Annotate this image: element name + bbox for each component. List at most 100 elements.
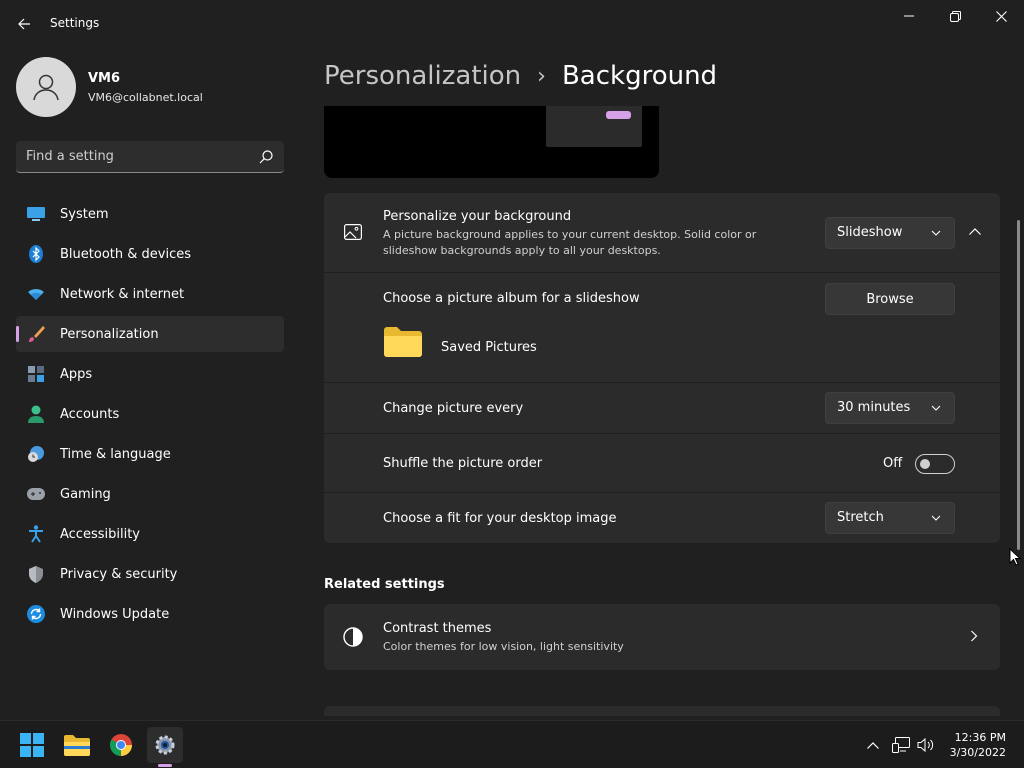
volume-tray-button[interactable] <box>916 735 936 755</box>
sidebar-item-label: Personalization <box>60 326 159 342</box>
sidebar-item-label: Network & internet <box>60 286 185 302</box>
fit-title: Choose a fit for your desktop image <box>383 511 617 526</box>
sidebar-item-network[interactable]: Network & internet <box>16 276 284 312</box>
sidebar-item-gaming[interactable]: Gaming <box>16 476 284 512</box>
sidebar-item-label: System <box>60 206 109 222</box>
personalize-title: Personalize your background <box>383 209 572 224</box>
fit-dropdown[interactable]: Stretch <box>825 502 955 534</box>
browse-button[interactable]: Browse <box>825 283 955 315</box>
chevron-down-icon <box>931 515 941 521</box>
personalize-background-row[interactable]: Personalize your background A picture ba… <box>324 193 1000 271</box>
sidebar-item-label: Apps <box>60 366 93 382</box>
sidebar-item-system[interactable]: System <box>16 196 284 232</box>
related-settings-heading: Related settings <box>324 577 445 592</box>
toggle-state-label: Off <box>883 456 903 471</box>
page-title: Background <box>561 61 718 91</box>
preview-window <box>546 106 642 147</box>
sidebar-item-label: Gaming <box>60 486 111 502</box>
sidebar-item-label: Accessibility <box>60 526 140 542</box>
contrast-themes-title: Contrast themes <box>383 621 492 636</box>
sidebar-item-label: Privacy & security <box>60 566 178 582</box>
user-email: VM6@collabnet.local <box>88 91 203 104</box>
shuffle-toggle[interactable] <box>915 454 955 474</box>
shuffle-title: Shuffle the picture order <box>383 456 543 471</box>
sidebar-item-windows-update[interactable]: Windows Update <box>16 596 284 632</box>
chevron-right-icon <box>971 630 978 642</box>
avatar <box>16 57 76 117</box>
sidebar-item-time-language[interactable]: Time & language <box>16 436 284 472</box>
clock-time: 12:36 PM <box>954 731 1006 744</box>
change-picture-row: Change picture every 30 minutes <box>324 382 1000 432</box>
contrast-themes-card[interactable]: Contrast themes Color themes for low vis… <box>324 604 1000 670</box>
taskbar-clock[interactable]: 12:36 PM 3/30/2022 <box>948 730 1006 760</box>
clock-globe-icon <box>27 445 45 463</box>
breadcrumb-parent[interactable]: Personalization <box>324 61 521 91</box>
sidebar-item-accessibility[interactable]: Accessibility <box>16 516 284 552</box>
breadcrumb: Personalization › Background <box>324 58 717 94</box>
close-button[interactable] <box>978 4 1024 28</box>
title-bar: Settings <box>0 0 1024 48</box>
sidebar-item-apps[interactable]: Apps <box>16 356 284 392</box>
user-name: VM6 <box>88 71 121 86</box>
network-icon <box>892 737 910 753</box>
taskbar: 12:36 PM 3/30/2022 <box>0 720 1024 768</box>
sidebar-item-privacy[interactable]: Privacy & security <box>16 556 284 592</box>
brush-icon <box>27 325 45 343</box>
show-hidden-icons-button[interactable] <box>863 735 883 755</box>
folder-icon <box>384 327 422 357</box>
shield-icon <box>27 565 45 583</box>
sidebar-item-bluetooth[interactable]: Bluetooth & devices <box>16 236 284 272</box>
chrome-button[interactable] <box>103 727 139 763</box>
windows-logo-icon <box>20 733 44 757</box>
restore-button[interactable] <box>932 4 978 28</box>
main-content[interactable]: Personalize your background A picture ba… <box>324 106 1000 716</box>
personalize-description: A picture background applies to your cur… <box>383 228 757 257</box>
dropdown-value: 30 minutes <box>837 400 911 415</box>
gamepad-icon <box>27 485 45 503</box>
search-box[interactable] <box>16 141 284 173</box>
apps-icon <box>27 365 45 383</box>
search-input[interactable] <box>16 141 246 172</box>
sidebar-item-label: Bluetooth & devices <box>60 246 191 262</box>
chrome-icon <box>110 734 132 756</box>
wifi-icon <box>27 285 45 303</box>
back-button[interactable] <box>12 12 36 36</box>
interval-dropdown[interactable]: 30 minutes <box>825 392 955 424</box>
image-icon <box>344 224 362 240</box>
chevron-up-icon[interactable] <box>968 227 982 237</box>
settings-taskbar-button[interactable] <box>147 727 183 763</box>
background-type-dropdown[interactable]: Slideshow <box>825 217 955 249</box>
minimize-icon <box>904 15 914 17</box>
folder-name[interactable]: Saved Pictures <box>441 340 537 355</box>
contrast-icon <box>343 627 363 647</box>
dropdown-value: Slideshow <box>837 225 903 240</box>
clock-date: 3/30/2022 <box>949 746 1006 759</box>
app-title: Settings <box>50 16 100 30</box>
picture-album-title: Choose a picture album for a slideshow <box>383 291 640 306</box>
chevron-down-icon <box>931 230 941 236</box>
sidebar-nav: System Bluetooth & devices Network & int… <box>16 196 284 636</box>
dropdown-value: Stretch <box>837 510 884 525</box>
bluetooth-icon <box>27 245 45 263</box>
start-button[interactable] <box>14 727 50 763</box>
minimize-button[interactable] <box>886 4 932 28</box>
accessibility-icon <box>27 525 45 543</box>
toggle-knob <box>920 459 930 469</box>
active-app-indicator <box>158 764 172 767</box>
speaker-icon <box>917 737 934 753</box>
accounts-icon <box>27 405 45 423</box>
system-icon <box>27 205 45 223</box>
gear-icon <box>155 735 175 755</box>
file-explorer-button[interactable] <box>59 727 95 763</box>
fit-row: Choose a fit for your desktop image Stre… <box>324 492 1000 543</box>
search-icon <box>259 150 273 164</box>
sidebar-item-accounts[interactable]: Accounts <box>16 396 284 432</box>
sidebar-item-personalization[interactable]: Personalization <box>16 316 284 352</box>
scrollbar[interactable] <box>1017 220 1020 550</box>
restore-icon <box>949 10 961 22</box>
sidebar-item-label: Accounts <box>60 406 120 422</box>
network-tray-button[interactable] <box>891 735 911 755</box>
mouse-cursor-icon <box>1009 548 1021 566</box>
breadcrumb-separator: › <box>537 63 546 89</box>
user-icon <box>33 74 59 101</box>
